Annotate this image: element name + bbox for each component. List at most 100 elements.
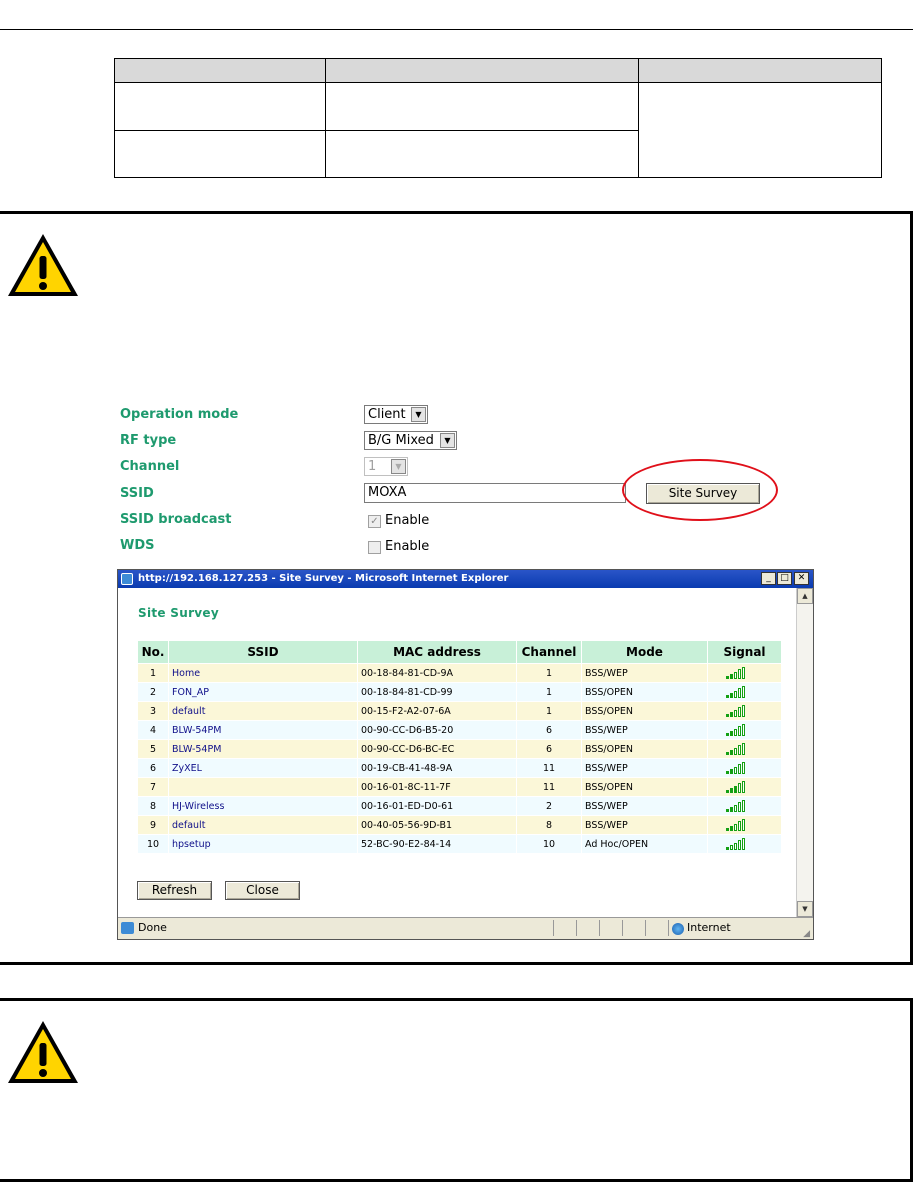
ssid-input[interactable]: MOXA: [364, 483, 626, 503]
signal-bar: [734, 748, 737, 755]
signal-bar: [734, 843, 737, 850]
cell-no: 6: [138, 759, 168, 777]
refresh-button[interactable]: Refresh: [137, 881, 212, 900]
cell-mac: 00-90-CC-D6-B5-20: [358, 721, 516, 739]
table-row: 9 default 00-40-05-56-9D-B1 8 BSS/WEP: [138, 816, 781, 834]
signal-bar: [726, 828, 729, 831]
cell-ssid: FON_AP: [169, 683, 357, 701]
signal-bar: [742, 800, 745, 812]
signal-bar: [738, 802, 741, 812]
signal-strength-icon: [726, 838, 745, 850]
column-header: No.: [138, 641, 168, 663]
signal-bar: [730, 674, 733, 679]
signal-bar: [730, 712, 733, 717]
signal-bar: [730, 788, 733, 793]
column-header: SSID: [169, 641, 357, 663]
signal-strength-icon: [726, 819, 745, 831]
cell-mac: 00-15-F2-A2-07-6A: [358, 702, 516, 720]
cell-signal: [708, 683, 781, 701]
cell-channel: 11: [517, 759, 581, 777]
signal-bar: [734, 805, 737, 812]
page-header-rule: [0, 29, 913, 30]
cell-ssid: [169, 778, 357, 796]
cell-ssid: BLW-54PM: [169, 740, 357, 758]
label-ssid-broadcast: SSID broadcast: [120, 512, 232, 527]
channel-select[interactable]: 1 ▼: [364, 457, 408, 476]
cell-mac: 00-16-01-ED-D0-61: [358, 797, 516, 815]
signal-bar: [734, 767, 737, 774]
cell-channel: 10: [517, 835, 581, 853]
globe-icon: [672, 923, 684, 935]
cell-signal: [708, 797, 781, 815]
signal-bar: [742, 781, 745, 793]
signal-bar: [738, 821, 741, 831]
cell-mac: 00-18-84-81-CD-9A: [358, 664, 516, 682]
parameter-table: [114, 58, 882, 178]
maximize-button[interactable]: □: [777, 572, 792, 585]
resize-grip-icon[interactable]: ◢: [803, 924, 810, 944]
cell-no: 5: [138, 740, 168, 758]
signal-bar: [738, 745, 741, 755]
signal-bar: [734, 672, 737, 679]
signal-bar: [730, 807, 733, 812]
signal-strength-icon: [726, 705, 745, 717]
signal-bar: [726, 733, 729, 736]
signal-bar: [730, 750, 733, 755]
signal-bar: [734, 786, 737, 793]
cell-no: 1: [138, 664, 168, 682]
signal-strength-icon: [726, 743, 745, 755]
cell-no: 3: [138, 702, 168, 720]
wds-enable-label: Enable: [385, 539, 430, 554]
warning-icon: [8, 1021, 78, 1083]
signal-bar: [742, 838, 745, 850]
label-operation-mode: Operation mode: [120, 407, 239, 422]
signal-bar: [734, 729, 737, 736]
cell-channel: 11: [517, 778, 581, 796]
operation-mode-select[interactable]: Client ▼: [364, 405, 428, 424]
cell-ssid: HJ-Wireless: [169, 797, 357, 815]
rf-type-select[interactable]: B/G Mixed ▼: [364, 431, 457, 450]
signal-strength-icon: [726, 686, 745, 698]
cell-mode: BSS/WEP: [582, 816, 707, 834]
close-window-button[interactable]: ✕: [794, 572, 809, 585]
signal-bar: [742, 686, 745, 698]
ssid-broadcast-checkbox[interactable]: ✓: [368, 515, 381, 528]
table-row: 7 00-16-01-8C-11-7F 11 BSS/OPEN: [138, 778, 781, 796]
chevron-down-icon: ▼: [391, 459, 406, 474]
signal-bar: [738, 726, 741, 736]
signal-bar: [726, 676, 729, 679]
signal-bar: [738, 764, 741, 774]
table-row: 4 BLW-54PM 00-90-CC-D6-B5-20 6 BSS/WEP: [138, 721, 781, 739]
cell-mac: 52-BC-90-E2-84-14: [358, 835, 516, 853]
signal-bar: [726, 752, 729, 755]
scroll-up-icon[interactable]: ▲: [797, 588, 813, 604]
close-button[interactable]: Close: [225, 881, 300, 900]
cell-signal: [708, 835, 781, 853]
column-header: Signal: [708, 641, 781, 663]
status-bar: Done Internet ◢: [118, 917, 813, 939]
cell-no: 9: [138, 816, 168, 834]
vertical-scrollbar[interactable]: ▲ ▼: [796, 588, 813, 917]
label-ssid: SSID: [120, 486, 154, 501]
signal-bar: [726, 714, 729, 717]
column-header: Mode: [582, 641, 707, 663]
signal-bar: [738, 783, 741, 793]
cell-channel: 8: [517, 816, 581, 834]
scroll-down-icon[interactable]: ▼: [797, 901, 813, 917]
cell-mode: BSS/WEP: [582, 664, 707, 682]
cell-no: 7: [138, 778, 168, 796]
cell-no: 2: [138, 683, 168, 701]
table-row: 2 FON_AP 00-18-84-81-CD-99 1 BSS/OPEN: [138, 683, 781, 701]
table-row: 10 hpsetup 52-BC-90-E2-84-14 10 Ad Hoc/OPEN: [138, 835, 781, 853]
minimize-button[interactable]: _: [761, 572, 776, 585]
cell-channel: 1: [517, 683, 581, 701]
signal-bar: [738, 840, 741, 850]
zone-text: Internet: [687, 921, 731, 934]
wds-checkbox[interactable]: [368, 541, 381, 554]
cell-channel: 6: [517, 721, 581, 739]
chevron-down-icon: ▼: [440, 433, 455, 448]
signal-bar: [730, 845, 733, 850]
signal-bar: [730, 769, 733, 774]
window-titlebar: http://192.168.127.253 - Site Survey - M…: [118, 570, 813, 588]
cell-mode: BSS/OPEN: [582, 683, 707, 701]
